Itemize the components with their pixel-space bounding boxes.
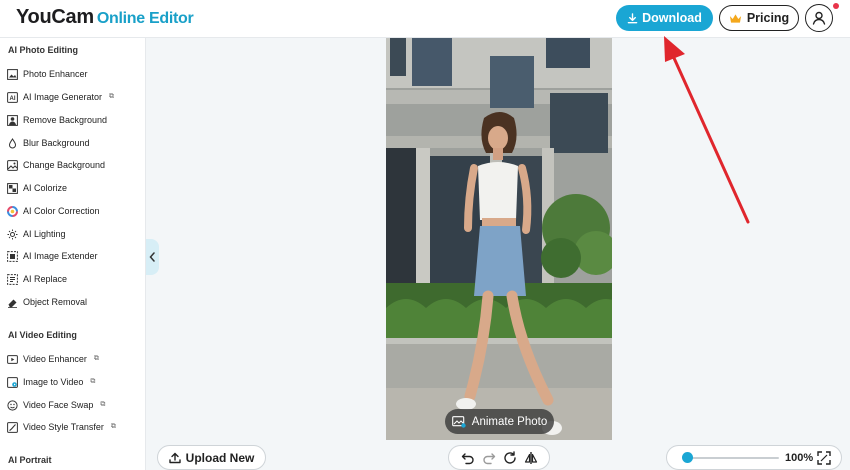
sidebar-item-ai-replace[interactable]: AI Replace <box>7 270 67 288</box>
colorize-icon <box>7 182 18 194</box>
color-wheel-icon <box>7 205 18 217</box>
logo-sub: Online Editor <box>96 10 194 27</box>
style-transfer-icon <box>7 421 18 433</box>
zoom-control: 100% <box>666 445 842 470</box>
extender-icon <box>7 250 18 262</box>
external-link-icon: ⧉ <box>90 378 96 385</box>
redo-icon <box>482 452 495 464</box>
annotation-arrow <box>664 36 750 224</box>
download-label: Download <box>642 11 702 25</box>
sidebar-item-ai-colorize[interactable]: AI Colorize <box>7 179 67 197</box>
eraser-icon <box>7 297 18 308</box>
sidebar-item-ai-image-generator[interactable]: AI AI Image Generator ⧉ <box>7 88 114 106</box>
zoom-level: 100% <box>785 452 814 464</box>
sidebar-item-video-style-transfer[interactable]: Video Style Transfer ⧉ <box>7 418 116 436</box>
sidebar-item-label: AI Color Correction <box>23 206 100 216</box>
edit-history-toolbar <box>448 445 550 470</box>
svg-text:AI: AI <box>10 96 16 102</box>
animate-photo-label: Animate Photo <box>471 415 548 428</box>
pricing-button[interactable]: Pricing <box>719 5 799 31</box>
sidebar-item-image-to-video[interactable]: Image to Video ⧉ <box>7 373 95 391</box>
user-icon <box>812 11 826 25</box>
external-link-icon: ⧉ <box>100 401 106 408</box>
sidebar-item-label: Object Removal <box>23 297 88 307</box>
sidebar-item-label: AI Colorize <box>23 183 68 193</box>
animate-image-icon <box>451 415 466 428</box>
crown-icon <box>729 13 741 23</box>
animate-photo-button[interactable]: Animate Photo <box>445 409 554 434</box>
redo-button[interactable] <box>481 450 497 466</box>
compare-icon <box>524 451 537 464</box>
sidebar-item-photo-enhancer[interactable]: Photo Enhancer <box>7 65 88 83</box>
sidebar-item-label: Remove Background <box>23 115 108 125</box>
undo-button[interactable] <box>460 450 476 466</box>
sidebar-item-ai-lighting[interactable]: AI Lighting <box>7 225 66 243</box>
zoom-slider-track[interactable] <box>683 457 779 459</box>
photo-enhancer-icon <box>7 68 18 80</box>
external-link-icon: ⧉ <box>110 423 116 430</box>
sidebar-item-remove-background[interactable]: Remove Background <box>7 111 107 129</box>
image-to-video-icon <box>7 376 18 388</box>
download-icon <box>627 12 638 23</box>
photo-illustration <box>386 38 612 440</box>
remove-background-icon <box>7 114 18 126</box>
pricing-label: Pricing <box>746 11 790 25</box>
sidebar-item-video-enhancer[interactable]: Video Enhancer ⧉ <box>7 350 99 368</box>
sidebar-item-video-face-swap[interactable]: Video Face Swap ⧉ <box>7 396 105 414</box>
video-enhancer-icon <box>7 354 18 365</box>
logo[interactable]: YouCam Online Editor <box>16 6 194 29</box>
compare-button[interactable] <box>523 450 539 466</box>
external-link-icon: ⧉ <box>93 355 99 362</box>
notification-dot <box>833 3 839 9</box>
sidebar-item-label: Change Background <box>23 160 106 170</box>
blur-icon <box>7 137 18 149</box>
section-title-video: AI Video Editing <box>8 330 77 340</box>
replace-icon <box>7 273 18 285</box>
upload-new-label: Upload New <box>185 450 255 465</box>
section-title-portrait: AI Portrait <box>8 455 52 465</box>
upload-new-button[interactable]: Upload New <box>157 445 266 470</box>
sidebar-item-label: AI Replace <box>23 274 68 284</box>
sidebar-item-label: AI Image Generator <box>23 92 103 102</box>
reset-icon <box>503 450 516 464</box>
sidebar-item-object-removal[interactable]: Object Removal <box>7 293 87 311</box>
edited-photo <box>386 38 612 440</box>
download-button[interactable]: Download <box>616 5 713 31</box>
undo-icon <box>461 452 474 464</box>
lighting-icon <box>7 229 18 240</box>
sidebar-item-label: AI Image Extender <box>23 251 98 261</box>
change-background-icon <box>7 159 18 171</box>
upload-icon <box>168 452 181 463</box>
logo-main: YouCam <box>16 6 94 28</box>
zoom-slider-handle[interactable] <box>682 452 694 463</box>
sidebar-item-ai-image-extender[interactable]: AI Image Extender <box>7 247 98 265</box>
collapse-sidebar-button[interactable] <box>146 239 159 275</box>
sidebar-item-blur-background[interactable]: Blur Background <box>7 134 90 152</box>
sidebar-item-label: Video Enhancer <box>23 354 87 364</box>
sidebar-item-label: Video Face Swap <box>23 400 94 410</box>
top-header: YouCam Online Editor Download Pricing <box>0 0 850 38</box>
sidebar-item-ai-color-correction[interactable]: AI Color Correction <box>7 202 100 220</box>
fullscreen-icon[interactable] <box>817 451 831 465</box>
user-avatar[interactable] <box>805 4 833 32</box>
external-link-icon: ⧉ <box>109 93 115 100</box>
reset-button[interactable] <box>502 450 518 466</box>
image-generator-icon: AI <box>7 91 18 103</box>
sidebar-item-label: Photo Enhancer <box>23 69 88 79</box>
section-title-photo: AI Photo Editing <box>8 45 78 55</box>
chevron-left-icon <box>149 252 155 262</box>
sidebar-item-label: Blur Background <box>23 138 90 148</box>
sidebar-item-label: Image to Video <box>23 377 84 387</box>
sidebar-item-label: Video Style Transfer <box>23 422 104 432</box>
sidebar-item-change-background[interactable]: Change Background <box>7 156 105 174</box>
sidebar-item-label: AI Lighting <box>23 229 66 239</box>
sidebar: AI Photo Editing Photo Enhancer AI AI Im… <box>0 38 146 470</box>
face-swap-icon <box>7 399 18 411</box>
